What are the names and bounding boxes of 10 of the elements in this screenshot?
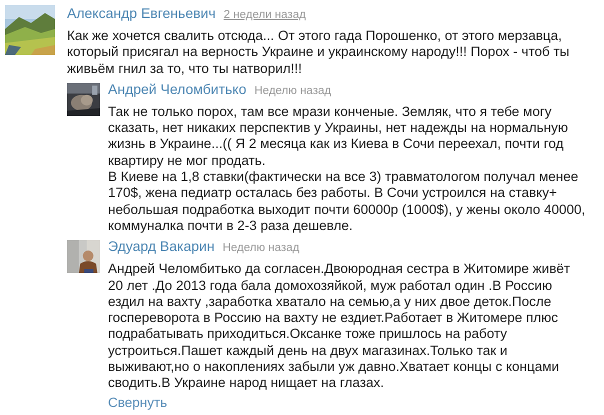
author-name[interactable]: Александр Евгеньевич (67, 5, 216, 22)
author-name[interactable]: Эдуард Вакарин (108, 238, 215, 256)
comment-text: Так не только порох, там все мрази конченые. Земляк, что я тебе могу сказать, нет никаких перспектив у Украины, нет надежды на нормальную жизнь в Украине...(( Я 2 месяца как из Киева в Сочи переехал, почти год квартиру не мог продать. В Киеве на 1,8 ставки(фактически на все 3) травматологом получал менее 170$, жена педиатр осталась без работы. В Сочи устроился на ставку+ небольшая подработка выходит почти 60000р (1000$), у жены около 40000, коммуналка почти в 2-3 раза дешевле. (108, 104, 586, 234)
timestamp[interactable]: 2 недели назад (224, 7, 306, 24)
timestamp: Неделю назад (254, 84, 332, 99)
collapse-link[interactable]: Свернуть (108, 394, 168, 411)
timestamp: Неделю назад (222, 241, 300, 256)
comment-text: Андрей Челомбитько да согласен.Двоюродная сестра в Житомире живёт 20 лет .До 2013 года бала домохозяйкой, муж работал один .В Россию ездил на вахту ,заработка хватало на семью,а у них двое деток.После госпереворота в Россию на вахту не ездиет.Работает в Житомере плюс подрабатывать приходиться.Оксанке тоже пришлось на работу устроиться.Пашет каждый день на двух магазинах.Только так и выживают,но о накоплениях забыли уж давно.Хватает концы с концами сводить.В Украине народ нищает на глазах. (108, 261, 572, 392)
comment-text: Как же хочется свалить отсюда... От этого гада Порошенко, от этого мерзавца, который присягал на верность Украине и украинскому народу!!! Порох - чтоб ты живьём гнил за то, что ты натворил!!! (67, 28, 570, 77)
author-name[interactable]: Андрей Челомбитько (108, 80, 246, 98)
